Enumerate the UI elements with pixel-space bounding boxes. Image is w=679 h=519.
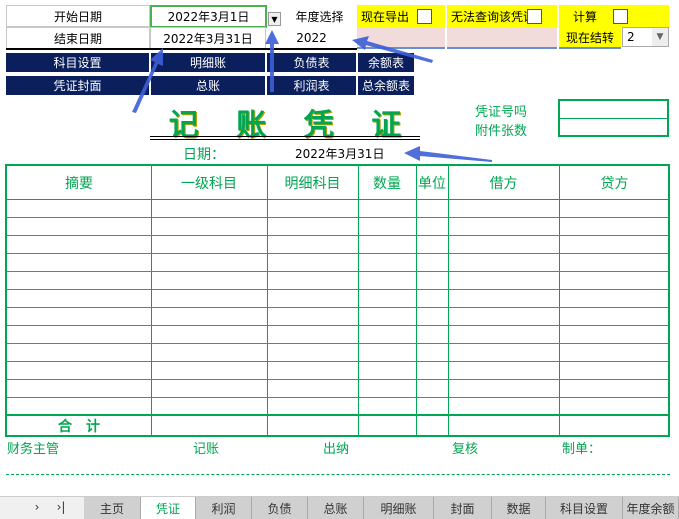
arrow-icon <box>132 48 163 113</box>
arrow-icon <box>352 36 433 63</box>
arrow-icon <box>404 146 492 162</box>
annotation-arrows <box>132 30 492 162</box>
arrow-icon <box>265 30 279 92</box>
